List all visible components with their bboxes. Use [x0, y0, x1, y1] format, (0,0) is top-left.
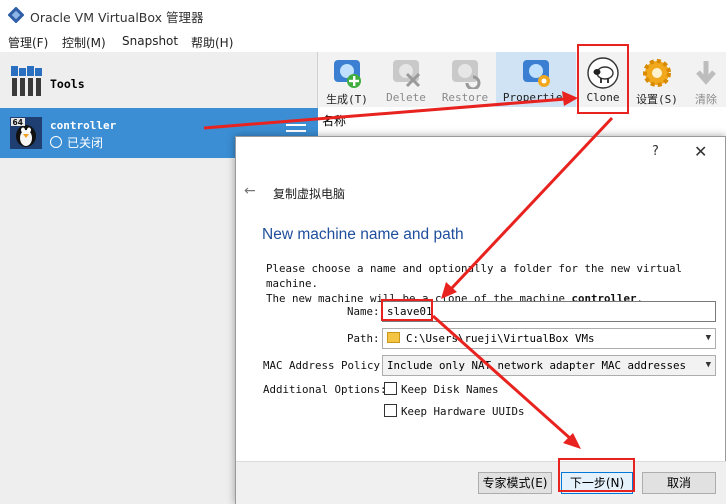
description-line-1: Please choose a name and optionally a fo… [266, 262, 683, 290]
close-button[interactable]: ✕ [694, 142, 707, 161]
power-off-icon [50, 136, 62, 148]
menu-control[interactable]: 控制(M) [62, 34, 106, 51]
chevron-down-icon: ▼ [705, 333, 711, 343]
window-titlebar: Oracle VM VirtualBox 管理器 [0, 0, 726, 30]
discard-button[interactable]: 清除 [686, 52, 726, 107]
dialog-button-bar: 专家模式(E) 下一步(N) 取消 [236, 461, 726, 504]
page-description: Please choose a name and optionally a fo… [266, 261, 716, 306]
main-toolbar: 生成(T) Delete Restore Properties Clone 设置… [318, 52, 726, 107]
menu-manage[interactable]: 管理(F) [8, 34, 48, 51]
tools-label: Tools [50, 77, 85, 91]
properties-icon [523, 60, 550, 87]
back-arrow-icon[interactable]: ← [244, 183, 256, 199]
delete-icon [393, 60, 421, 88]
virtualbox-logo-icon [8, 7, 24, 23]
vm-name: controller [50, 119, 117, 132]
menu-snapshot[interactable]: Snapshot [122, 34, 178, 48]
expert-mode-button[interactable]: 专家模式(E) [478, 472, 552, 494]
annotation-name-highlight [381, 299, 433, 321]
annotation-clone-highlight [577, 44, 629, 114]
vm-state-label: 已关闭 [67, 136, 104, 150]
keep-hardware-uuids-checkbox[interactable] [384, 404, 397, 417]
new-button-label: 生成(T) [326, 93, 368, 106]
keep-disk-names-checkbox[interactable] [384, 382, 397, 395]
settings-button[interactable]: 设置(S) [631, 52, 683, 107]
vm-state: 已关闭 [50, 134, 103, 151]
delete-button[interactable]: Delete [377, 52, 435, 107]
restore-button-label: Restore [441, 91, 489, 104]
mac-policy-select[interactable]: Include only NAT network adapter MAC add… [382, 355, 716, 376]
properties-button-label: Properties [502, 91, 570, 104]
window-title: Oracle VM VirtualBox 管理器 [30, 10, 204, 25]
help-button[interactable]: ? [652, 144, 659, 159]
folder-icon [387, 332, 400, 343]
settings-button-label: 设置(S) [636, 93, 678, 106]
clone-vm-dialog: ? ✕ ← 复制虚拟电脑 New machine name and path P… [235, 136, 726, 504]
path-combobox[interactable]: C:\Users\rueji\VirtualBox VMs ▼ [382, 328, 716, 349]
keep-disk-names-label[interactable]: Keep Disk Names [401, 383, 499, 396]
menu-help[interactable]: 帮助(H) [191, 34, 233, 51]
details-name-label: 名称 [322, 114, 347, 128]
linux-tux-icon: 64 [10, 117, 42, 149]
wizard-title: 复制虚拟电脑 [273, 187, 346, 201]
mac-policy-label: MAC Address Policy: [263, 359, 387, 372]
chevron-down-icon: ▼ [705, 360, 711, 370]
page-title: New machine name and path [262, 226, 464, 243]
path-value: C:\Users\rueji\VirtualBox VMs [406, 332, 595, 345]
discard-icon [696, 61, 716, 85]
additional-options-label: Additional Options: [263, 383, 387, 396]
keep-hardware-uuids-label[interactable]: Keep Hardware UUIDs [401, 405, 525, 418]
new-button[interactable]: 生成(T) [320, 52, 374, 107]
restore-icon [452, 60, 481, 89]
tools-item[interactable]: Tools [0, 56, 318, 106]
properties-button[interactable]: Properties [496, 52, 576, 107]
name-label: Name: [347, 305, 380, 318]
os-badge-64: 64 [13, 118, 23, 127]
gear-icon [643, 59, 671, 87]
cancel-button[interactable]: 取消 [642, 472, 716, 494]
restore-button[interactable]: Restore [436, 52, 494, 107]
new-vm-icon [334, 60, 361, 88]
discard-button-label: 清除 [695, 93, 717, 106]
mac-policy-value: Include only NAT network adapter MAC add… [387, 359, 687, 372]
annotation-next-highlight [558, 458, 635, 492]
delete-button-label: Delete [386, 91, 426, 104]
tools-icon [11, 66, 42, 96]
path-label: Path: [347, 332, 380, 345]
